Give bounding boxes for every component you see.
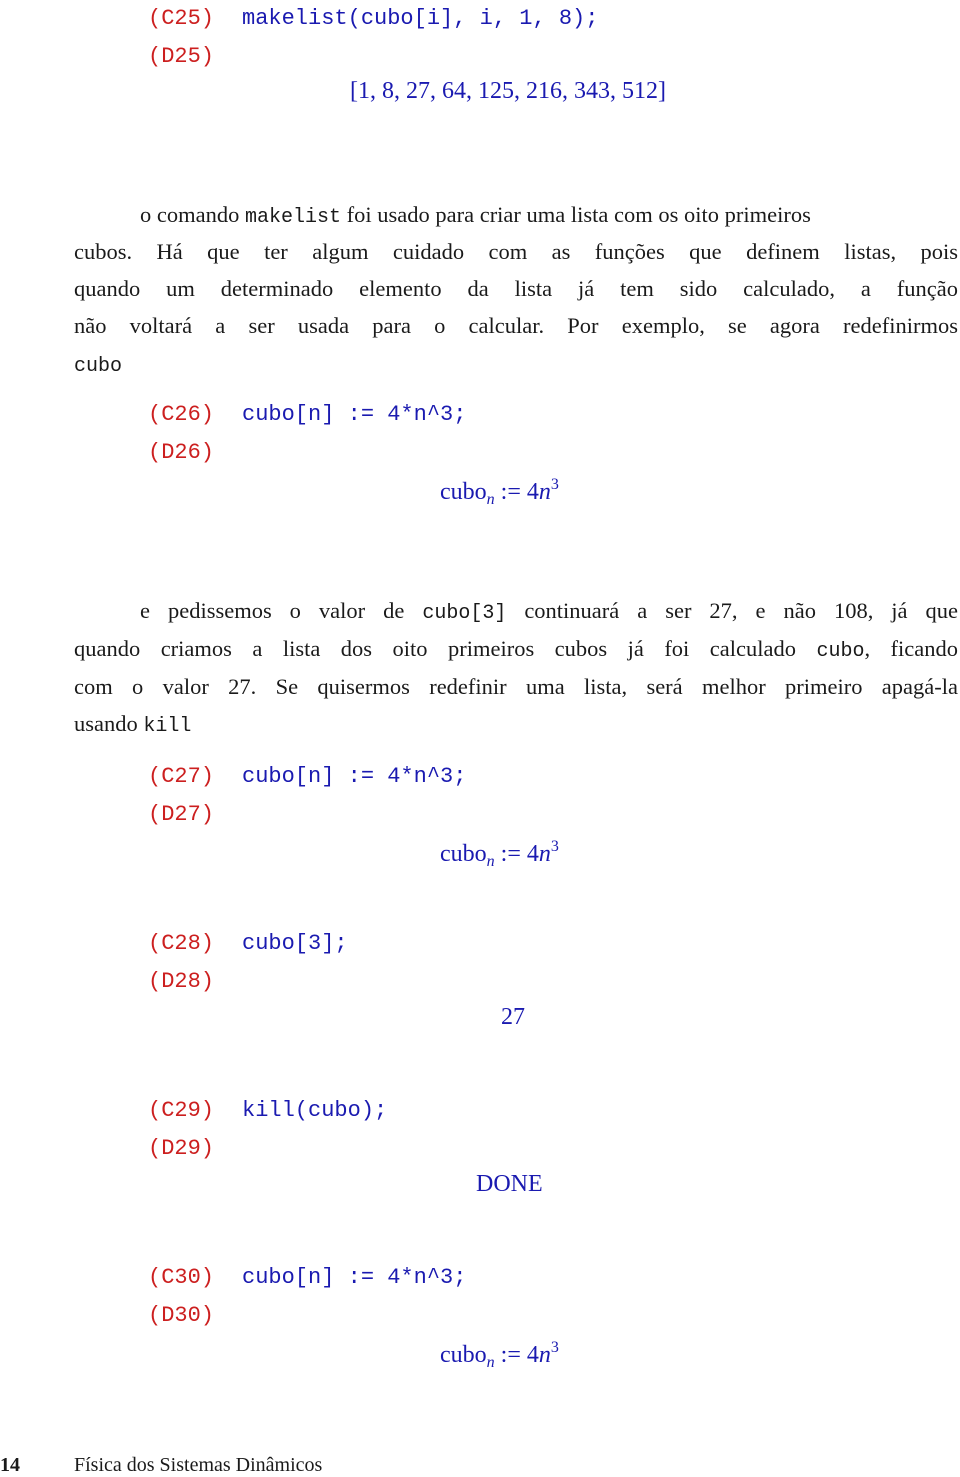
paragraph-line: usando kill [74,705,958,746]
superscript: 3 [550,1339,559,1356]
variable: n [538,479,551,505]
input-code: makelist(cubo[i], i, 1, 8); [242,6,599,31]
output-label: (D26) [148,440,215,465]
text: foi usado para criar uma lista com os oi… [341,202,811,227]
output-label: (D30) [148,1303,215,1328]
inline-code: cubo [816,640,865,663]
output-value: 27 [501,1004,525,1030]
text: := 4 [494,841,539,867]
inline-code: makelist [244,206,341,229]
input-code: kill(cubo); [242,1098,388,1123]
input-label: (C28) [148,931,215,956]
subscript: n [486,491,495,508]
text: e pedissemos o valor de [140,598,423,623]
text: continuará a ser 27, e não 108, já que [506,598,958,623]
input-label: (C26) [148,402,215,427]
input-label: (C25) [148,6,215,31]
page-number: 14 [0,1454,20,1476]
variable: n [538,841,551,867]
text: quando criamos a lista dos oito primeiro… [74,636,817,661]
paragraph-line: e pedissemos o valor de cubo[3] continua… [140,592,958,633]
output-label: (D27) [148,802,215,827]
paragraph-line: cubos. Há que ter algum cuidado com as f… [74,239,958,264]
input-label: (C30) [148,1265,215,1290]
inline-code: kill [143,715,192,738]
output-value: cubon := 4n3 [440,476,559,509]
input-code: cubo[n] := 4*n^3; [242,1265,467,1290]
inline-code: cubo [74,355,123,378]
output-value: cubon := 4n3 [440,1339,559,1372]
output-value: cubon := 4n3 [440,838,559,871]
input-label: (C27) [148,764,215,789]
variable: n [538,1342,551,1368]
input-label: (C29) [148,1098,215,1123]
output-label: (D28) [148,969,215,994]
subscript: n [486,853,495,870]
input-code: cubo[n] := 4*n^3; [242,402,467,427]
text: , ficando [864,636,959,661]
superscript: 3 [550,838,559,855]
paragraph-line: quando um determinado elemento da lista … [74,276,958,301]
book-title: Física dos Sistemas Dinâmicos [74,1454,323,1476]
output-label: (D29) [148,1136,215,1161]
superscript: 3 [550,476,559,493]
text: usando [74,711,144,736]
paragraph-line: quando criamos a lista dos oito primeiro… [74,630,958,671]
inline-code: cubo[3] [422,602,507,625]
paragraph-line: com o valor 27. Se quisermos redefinir u… [74,674,958,699]
output-label: (D25) [148,44,215,69]
text: := 4 [494,479,539,505]
input-code: cubo[3]; [242,931,348,956]
paragraph-line: o comando makelist foi usado para criar … [140,196,958,237]
subscript: n [486,1354,495,1371]
text: cubo [440,1342,487,1368]
output-value: DONE [476,1171,543,1197]
text: := 4 [494,1342,539,1368]
text: cubo [440,841,487,867]
paragraph-line: não voltará a ser usada para o calcular.… [74,313,958,338]
text: o comando [140,202,245,227]
text: cubo [440,479,487,505]
input-code: cubo[n] := 4*n^3; [242,764,467,789]
paragraph-line: cubo [74,345,958,386]
output-value: [1, 8, 27, 64, 125, 216, 343, 512] [350,78,666,104]
